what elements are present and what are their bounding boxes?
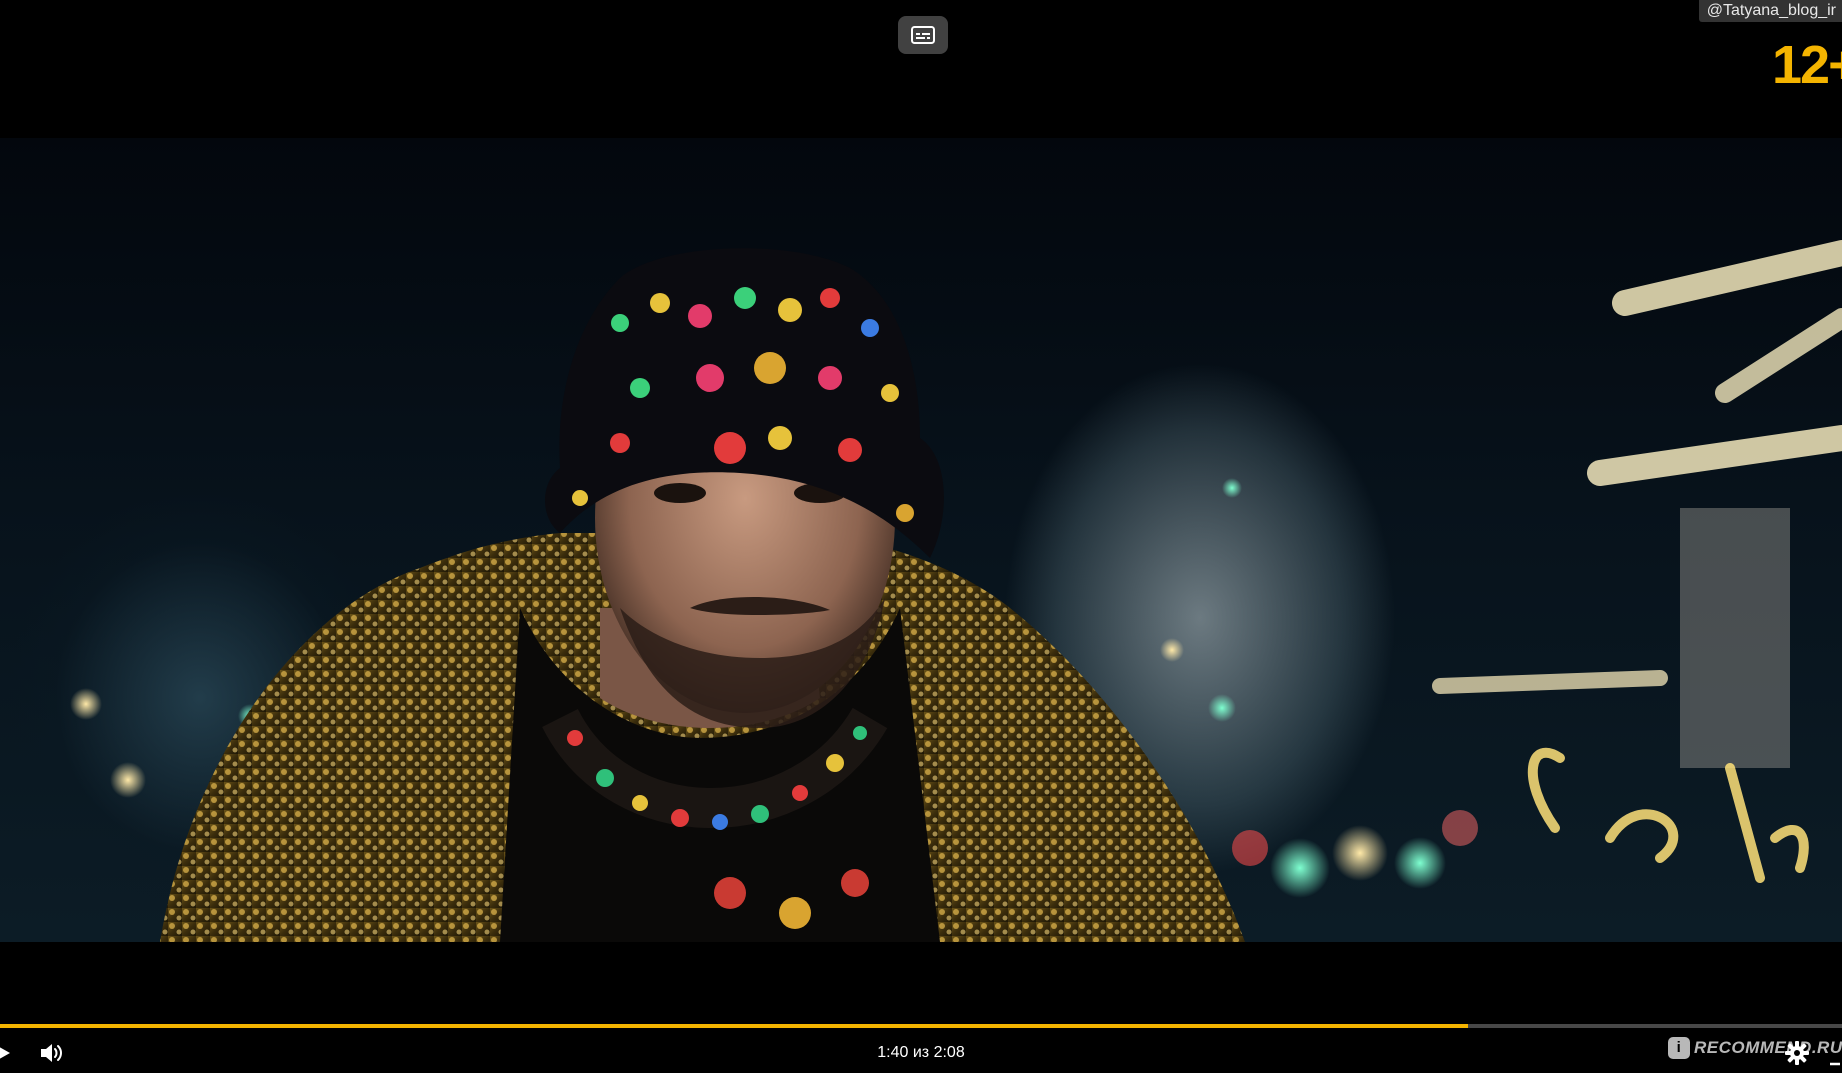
progress-fill — [0, 1024, 1469, 1028]
video-player[interactable]: 12+ @Tatyana_blog_ir 1:40 из 2:08 i RECO… — [0, 0, 1842, 1072]
fullscreen-button[interactable] — [1826, 1048, 1842, 1068]
recommend-badge: i — [1668, 1037, 1690, 1059]
recommend-watermark: i RECOMMEND.RU — [1668, 1035, 1842, 1061]
subtitles-icon — [911, 26, 935, 44]
video-scene-image — [70, 240, 1842, 942]
fullscreen-icon — [1830, 1062, 1840, 1066]
video-frame[interactable] — [0, 138, 1842, 942]
time-readout: 1:40 из 2:08 — [877, 1044, 965, 1061]
recommend-text: RECOMMEND.RU — [1694, 1038, 1842, 1057]
age-rating-badge: 12+ — [1772, 35, 1842, 95]
progress-bar[interactable] — [0, 1024, 1842, 1028]
subtitles-button[interactable] — [898, 16, 948, 54]
settings-button[interactable] — [1784, 1040, 1810, 1066]
gear-icon — [1785, 1041, 1809, 1065]
blog-watermark: @Tatyana_blog_ir — [1698, 0, 1842, 22]
